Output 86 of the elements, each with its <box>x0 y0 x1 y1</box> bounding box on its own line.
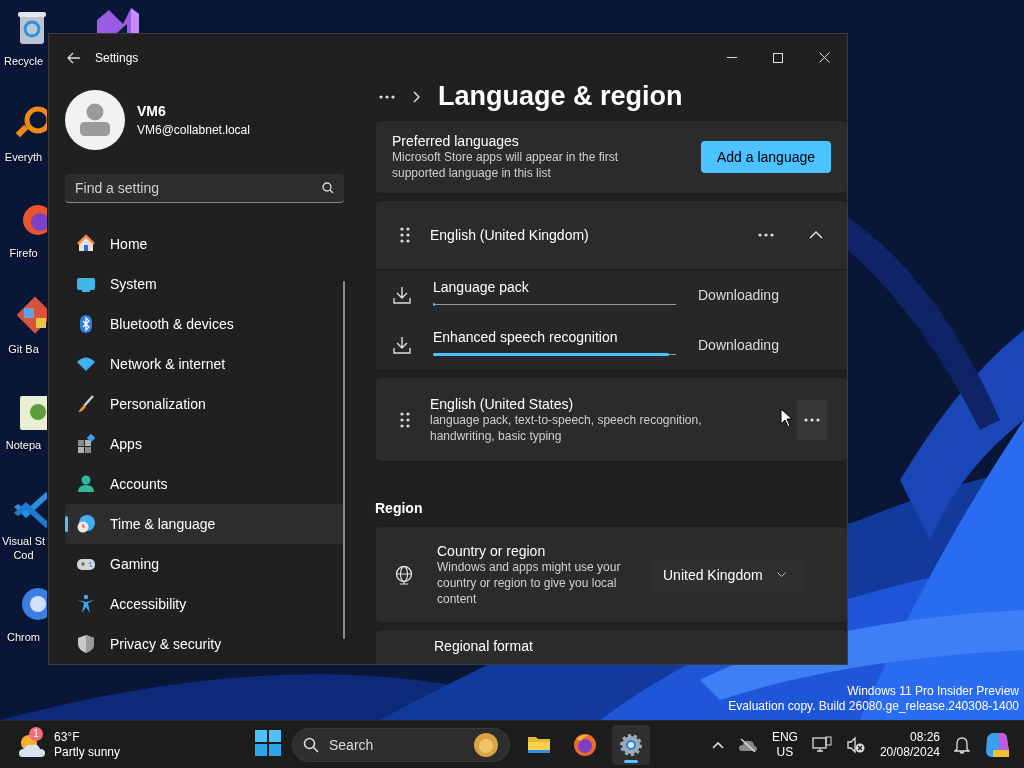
shield-icon <box>76 634 96 654</box>
more-icon <box>804 417 820 422</box>
sidebar-item[interactable]: Bluetooth & devices <box>65 304 343 344</box>
sidebar-item[interactable]: Time & language <box>65 504 343 544</box>
person-icon <box>76 474 96 494</box>
taskbar-app-button[interactable] <box>612 724 650 765</box>
find-setting-field[interactable]: Find a setting <box>65 174 344 203</box>
card-title: Regional format <box>434 638 533 654</box>
watermark-text: Evaluation copy. Build 26080.ge_release.240308-1400 <box>728 699 1019 714</box>
sidebar-item[interactable]: Network & internet <box>65 344 343 384</box>
speaker-muted-icon <box>845 735 866 754</box>
maximize-icon <box>773 52 783 63</box>
search-highlight-icon <box>473 731 499 758</box>
apps-icon <box>76 434 96 454</box>
globe-icon <box>395 564 413 585</box>
page-title: Language & region <box>438 81 683 112</box>
card-description: Microsoft Store apps will appear in the first supported language in this list <box>392 149 620 181</box>
chevron-right-icon <box>413 90 420 103</box>
section-heading: Region <box>375 500 424 516</box>
copilot-icon <box>984 731 1010 758</box>
clock-time[interactable]: 08:26 <box>909 729 940 745</box>
mouse-pointer-icon <box>780 408 794 428</box>
card-title: Country or region <box>437 542 547 559</box>
input-language-indicator[interactable]: ENG US <box>771 729 798 760</box>
bell-icon <box>954 735 970 754</box>
search-icon <box>322 182 334 194</box>
watermark-text: Windows 11 Pro Insider Preview <box>846 684 1019 699</box>
temperature: 63°F <box>54 729 81 745</box>
status-text: Downloading <box>698 337 779 353</box>
windows-logo-icon <box>255 729 281 756</box>
download-icon <box>393 336 411 354</box>
feature-label: Enhanced speech recognition <box>433 328 619 345</box>
chevron-up-icon <box>809 231 823 239</box>
chevron-down-icon <box>776 572 786 577</box>
clock-date[interactable]: 20/08/2024 <box>879 744 940 760</box>
close-icon <box>818 52 830 63</box>
sidebar-item[interactable]: Gaming <box>65 544 343 584</box>
desktop-icon-label[interactable]: Firefo <box>0 246 47 260</box>
accessibility-icon <box>76 594 96 614</box>
minimize-icon <box>727 57 737 58</box>
desktop-icon-label[interactable]: Chrom <box>0 630 47 644</box>
card-title: Preferred languages <box>392 133 520 149</box>
status-text: Downloading <box>698 287 779 303</box>
scrollbar[interactable] <box>343 281 345 639</box>
language-features-text: language pack, text-to-speech, speech recognition, handwriting, basic typing <box>430 412 703 444</box>
drag-handle-icon <box>400 227 410 243</box>
card-description: Windows and apps might use your country or region to give you local content <box>437 559 622 607</box>
sidebar-item[interactable]: Privacy & security <box>65 624 343 664</box>
brush-icon <box>76 394 96 414</box>
taskbar-search-field[interactable]: Search <box>292 727 510 762</box>
feature-label: Language pack <box>433 278 530 295</box>
language-name: English (United States) <box>430 395 575 412</box>
back-arrow-icon <box>67 51 81 64</box>
notification-badge: 1 <box>29 726 43 741</box>
drag-handle-icon <box>400 411 410 428</box>
desktop-icon-label[interactable]: Everyth <box>0 150 47 164</box>
add-language-button[interactable]: Add a language <box>701 141 831 173</box>
browser-icon <box>573 732 597 757</box>
download-icon <box>393 286 411 304</box>
sidebar-item[interactable]: Personalization <box>65 384 343 424</box>
more-icon <box>379 94 395 99</box>
cloud-off-icon <box>737 737 758 752</box>
weather-condition: Partly sunny <box>54 744 121 760</box>
country-dropdown[interactable]: United Kingdom <box>651 558 803 591</box>
search-icon <box>303 736 319 753</box>
sidebar-item[interactable]: Home <box>65 224 343 264</box>
person-silhouette-icon <box>79 103 111 137</box>
sidebar-item[interactable]: System <box>65 264 343 304</box>
sidebar-item[interactable]: Accessibility <box>65 584 343 624</box>
sidebar-item[interactable]: Apps <box>65 424 343 464</box>
globe-clock-icon <box>76 514 96 534</box>
chevron-up-icon <box>711 740 724 749</box>
desktop-icon-label[interactable]: Recycle <box>0 54 47 68</box>
language-name: English (United Kingdom) <box>430 227 589 243</box>
desktop-icon-label[interactable]: Visual St Cod <box>0 534 47 562</box>
user-name: VM6 <box>137 103 167 119</box>
gear-icon <box>619 732 643 757</box>
more-button[interactable] <box>797 399 827 440</box>
sidebar-item[interactable]: Accounts <box>65 464 343 504</box>
window-title: Settings <box>95 50 139 65</box>
house-icon <box>76 234 96 254</box>
network-icon <box>811 735 832 754</box>
user-email: VM6@collabnet.local <box>137 123 250 137</box>
desktop-icon-label[interactable]: Notepa <box>0 438 47 452</box>
desktop-icon-label[interactable]: Git Ba <box>0 342 47 356</box>
more-icon <box>758 233 774 237</box>
